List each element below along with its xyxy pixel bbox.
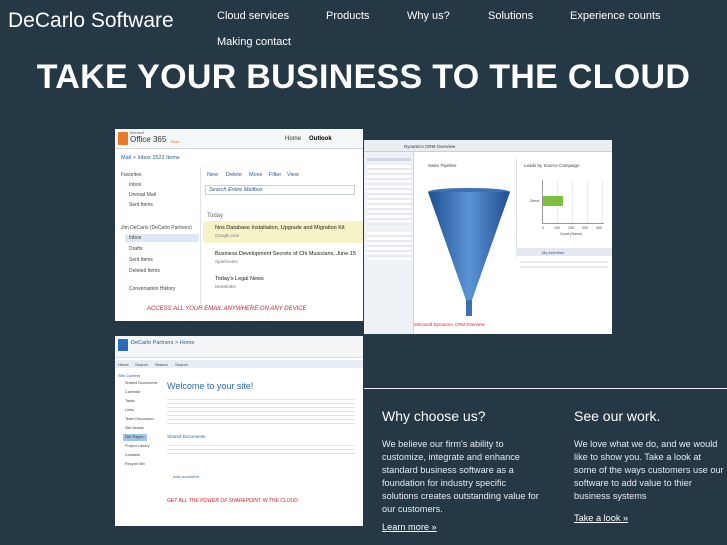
brand-logo[interactable]: DeCarlo Software [8,9,174,33]
see-our-work-section: See our work. We love what we do, and we… [574,408,724,523]
crm-sidebar-list-2 [367,232,411,260]
sp-sidebar-item-2[interactable]: Calendar [125,390,140,394]
message-from-2: Sparknotes [215,259,238,264]
sp-caption: GET ALL THE POWER OF SHAREPOINT IN THE C… [167,498,298,504]
sharepoint-screenshot[interactable]: DeCarlo Partners > Home Home Search Sear… [115,336,363,526]
leads-tick-1: 100 [554,226,560,230]
office-logo-icon [118,132,128,145]
sp-nav-item-4[interactable]: Search [175,362,188,367]
office365-tab-outlook[interactable]: Outlook [309,136,332,142]
section-today: Today [207,213,224,219]
message-subject-3[interactable]: Today's Legal News [215,276,264,282]
sp-nav-item-2[interactable]: Search [135,362,148,367]
crm-panel-divider [516,158,517,258]
office365-caption: ACCESS ALL YOUR EMAIL ANYWHERE ON ANY DE… [147,306,307,312]
nav-products[interactable]: Products [326,10,369,22]
sp-sidebar-item-5[interactable]: Team Discussion [125,417,154,421]
toolbar-move[interactable]: Move [249,172,262,178]
take-a-look-link[interactable]: Take a look » [574,513,724,523]
office365-tab-home[interactable]: Home [285,136,301,142]
leads-tick-4: 400 [596,226,602,230]
sp-docs-table [167,442,355,456]
sp-sidebar-item-4[interactable]: Links [125,408,134,412]
activities-list [520,258,608,268]
crm-sidebar-row [367,158,411,161]
toolbar-delete[interactable]: Delete [226,172,242,178]
toolbar-filter[interactable]: Filter [269,172,281,178]
crm-right-chart-title: Leads by Source Campaign [524,163,580,168]
leads-tick-0: 0 [542,226,544,230]
folder-inbox[interactable]: Inbox [129,182,141,188]
sp-welcome-body [167,396,355,426]
folder-sent[interactable]: Sent Items [129,202,153,208]
message-from-3: Newsletter [215,284,237,289]
sp-sidebar-item-6[interactable]: Site Assets [125,426,144,430]
leads-bar-direct [543,196,563,206]
dynamics-crm-screenshot[interactable]: Dynamics CRM Overview Sales Pipeline Mic… [364,140,612,334]
sales-funnel-chart [428,188,510,316]
folder-sent-2[interactable]: Sent Items [129,257,153,263]
toolbar-view[interactable]: View [287,172,299,178]
sp-sidebar-item-8[interactable]: Project Library [125,444,149,448]
crm-caption: Microsoft Dynamics CRM Overview [414,322,485,327]
folder-inbox-2[interactable]: Inbox [129,235,141,241]
sp-nav-item-3[interactable]: Search [155,362,168,367]
office365-screenshot[interactable]: Microsoft Office 365 Beta Home Outlook M… [115,129,363,321]
folder-deleted[interactable]: Deleted Items [129,268,160,274]
message-subject-1[interactable]: Nos Database Installation, Upgrade and M… [215,225,345,231]
crm-sidebar-list [367,165,411,225]
sp-sidebar-item-9[interactable]: Contacts [125,453,140,457]
leads-tick-3: 300 [582,226,588,230]
leads-axis-label: Count (Name) [560,232,582,236]
crm-left-chart-title: Sales Pipeline [428,163,457,168]
nav-experience-counts[interactable]: Experience counts [570,10,661,22]
folder-account[interactable]: Jim DeCarlo (DeCarlo Partners) [121,225,192,231]
why-heading: Why choose us? [382,408,486,424]
sp-sidebar-title: Site Content [118,373,141,378]
hero-headline: TAKE YOUR BUSINESS TO THE CLOUD [36,58,691,96]
sp-add-document[interactable]: Add document [173,474,199,479]
office365-mail-header: Mail > Inbox 1522 Items [121,155,180,161]
folder-conversation-history[interactable]: Conversation History [129,286,175,292]
leads-bar-label: Direct [530,199,540,203]
activities-title: My Activities [542,250,565,255]
funnel-body [428,192,510,300]
section-divider [364,388,727,389]
folder-favorites[interactable]: Favorites [121,172,142,178]
toolbar-new[interactable]: New [207,172,218,178]
nav-solutions[interactable]: Solutions [488,10,533,22]
sp-sidebar-item-3[interactable]: Tasks [125,399,135,403]
folder-drafts[interactable]: Drafts [129,246,142,252]
sp-sidebar-item-7[interactable]: Site Pages [125,435,143,439]
sp-nav-home[interactable]: Home [118,362,129,367]
mail-search-placeholder: Search Entire Mailbox [209,187,263,193]
office365-logo: Office 365 [130,135,167,144]
sp-nav-bar [115,360,363,368]
funnel-stem [466,300,472,316]
crm-title: Dynamics CRM Overview [404,144,456,149]
nav-cloud-services[interactable]: Cloud services [217,10,289,22]
sp-shared-docs[interactable]: Shared Documents [167,434,206,439]
why-body: We believe our firm's ability to customi… [382,439,539,514]
nav-why-us[interactable]: Why us? [407,10,450,22]
folder-unread[interactable]: Unread Mail [129,192,156,198]
learn-more-link[interactable]: Learn more » [382,522,542,532]
sharepoint-logo-icon [118,339,128,351]
sp-sidebar-item-10[interactable]: Recycle Bin [125,462,145,466]
message-from-1: Google.com [215,233,240,238]
sp-welcome-title: Welcome to your site! [167,381,254,391]
nav-making-contact[interactable]: Making contact [217,36,291,48]
see-body: We love what we do, and we would like to… [574,439,724,501]
crm-topbar [364,140,612,152]
office365-logo-suffix: Beta [171,139,180,144]
see-heading: See our work. [574,408,661,424]
why-choose-us-section: Why choose us? We believe our firm's abi… [382,408,542,532]
sp-sidebar-item-1[interactable]: Shared Documents [125,381,158,385]
leads-tick-2: 200 [568,226,574,230]
sp-site-name: DeCarlo Partners > Home [131,340,195,346]
message-subject-2[interactable]: Business Development Secrets of Chi Musi… [215,251,356,257]
